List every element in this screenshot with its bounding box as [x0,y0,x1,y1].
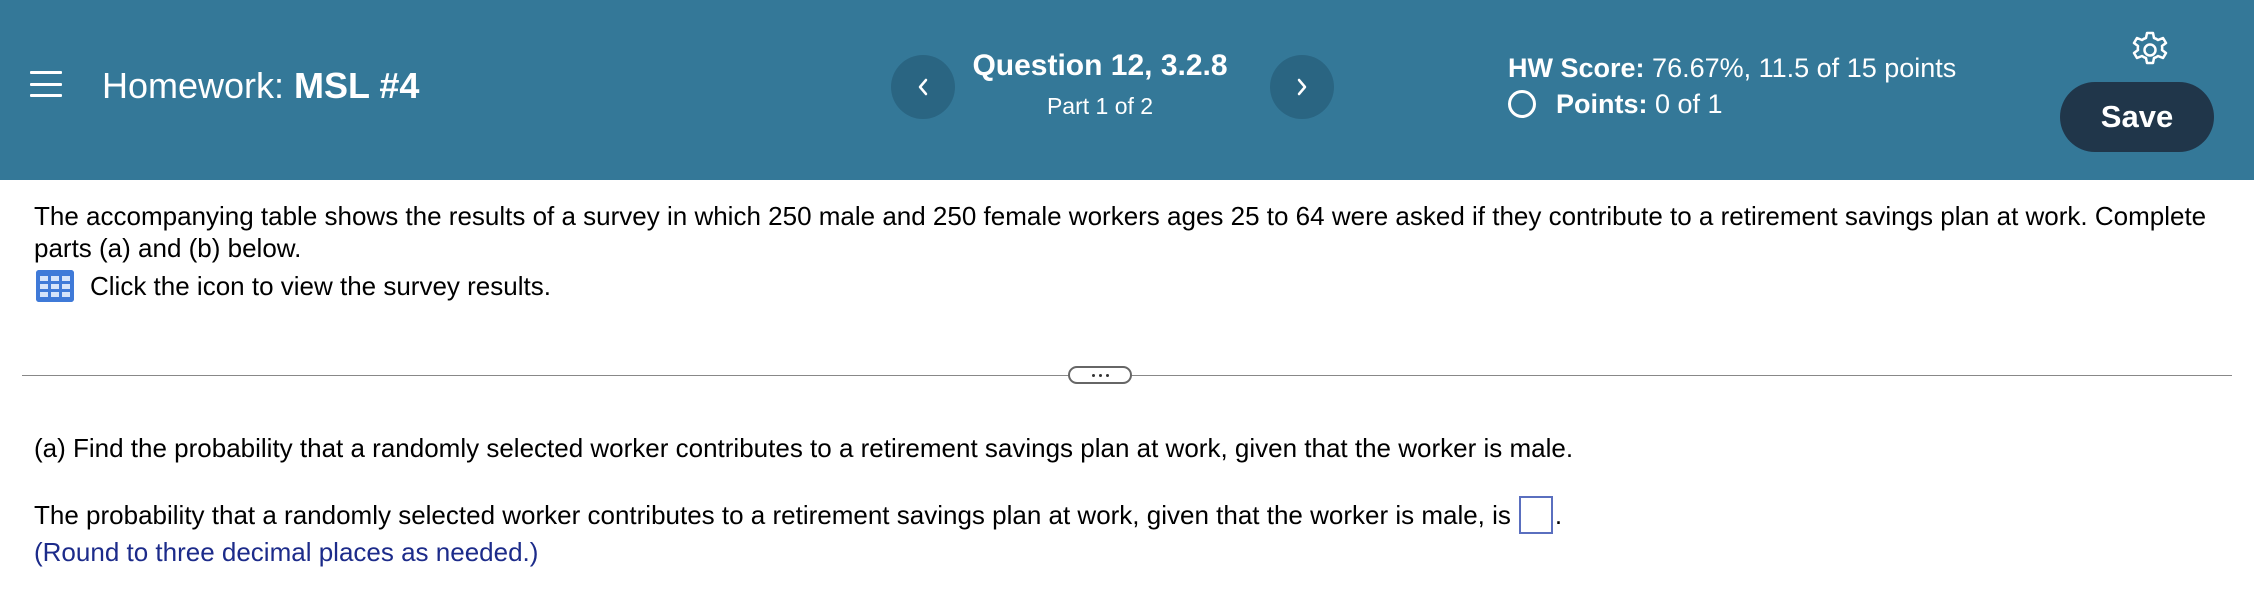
top-bar: Homework: MSL #4 Question 12, 3.2.8 Part … [0,0,2254,180]
chevron-left-icon [918,78,928,96]
hw-score: HW Score: 76.67%, 11.5 of 15 points [1508,50,1956,86]
points-value: 0 of 1 [1655,89,1723,119]
question-intro: The accompanying table shows the results… [34,201,2207,263]
previous-question-button[interactable] [891,55,955,119]
question-title: Question 12, 3.2.8 [972,49,1228,82]
answer-input[interactable] [1518,496,1553,534]
part-a-prompt: (a) Find the probability that a randomly… [34,433,1574,463]
save-button[interactable]: Save [2060,82,2214,152]
gear-icon[interactable] [2130,30,2170,70]
score-block: HW Score: 76.67%, 11.5 of 15 points Poin… [1508,50,1956,122]
homework-name: MSL #4 [294,65,420,106]
next-question-button[interactable] [1270,55,1334,119]
survey-results-link-text[interactable]: Click the icon to view the survey result… [90,270,551,302]
answer-line: The probability that a randomly selected… [34,496,1562,534]
hamburger-menu-icon[interactable] [30,68,62,100]
question-content: The accompanying table shows the results… [34,200,2234,302]
answer-suffix: . [1554,500,1563,530]
ellipsis-dot [1098,373,1102,377]
hw-score-label: HW Score: [1508,53,1645,83]
points-label: Points: [1556,89,1648,119]
rounding-hint: (Round to three decimal places as needed… [34,537,539,567]
ellipsis-dot [1105,373,1109,377]
homework-title: Homework: MSL #4 [102,64,419,108]
answer-prefix: The probability that a randomly selected… [34,500,1511,530]
expand-collapse-button[interactable] [1068,366,1132,384]
ellipsis-dot [1091,373,1095,377]
question-part: Part 1 of 2 [1046,93,1154,119]
homework-label: Homework: [102,65,285,106]
survey-results-link-row: Click the icon to view the survey result… [34,270,2234,302]
hw-score-value: 76.67%, 11.5 of 15 points [1652,53,1957,83]
chevron-right-icon [1297,78,1307,96]
points-row: Points: 0 of 1 [1508,86,1956,122]
points-status-icon [1508,90,1536,118]
table-grid-icon[interactable] [36,270,74,302]
question-indicator: Question 12, 3.2.8 Part 1 of 2 [960,46,1240,122]
